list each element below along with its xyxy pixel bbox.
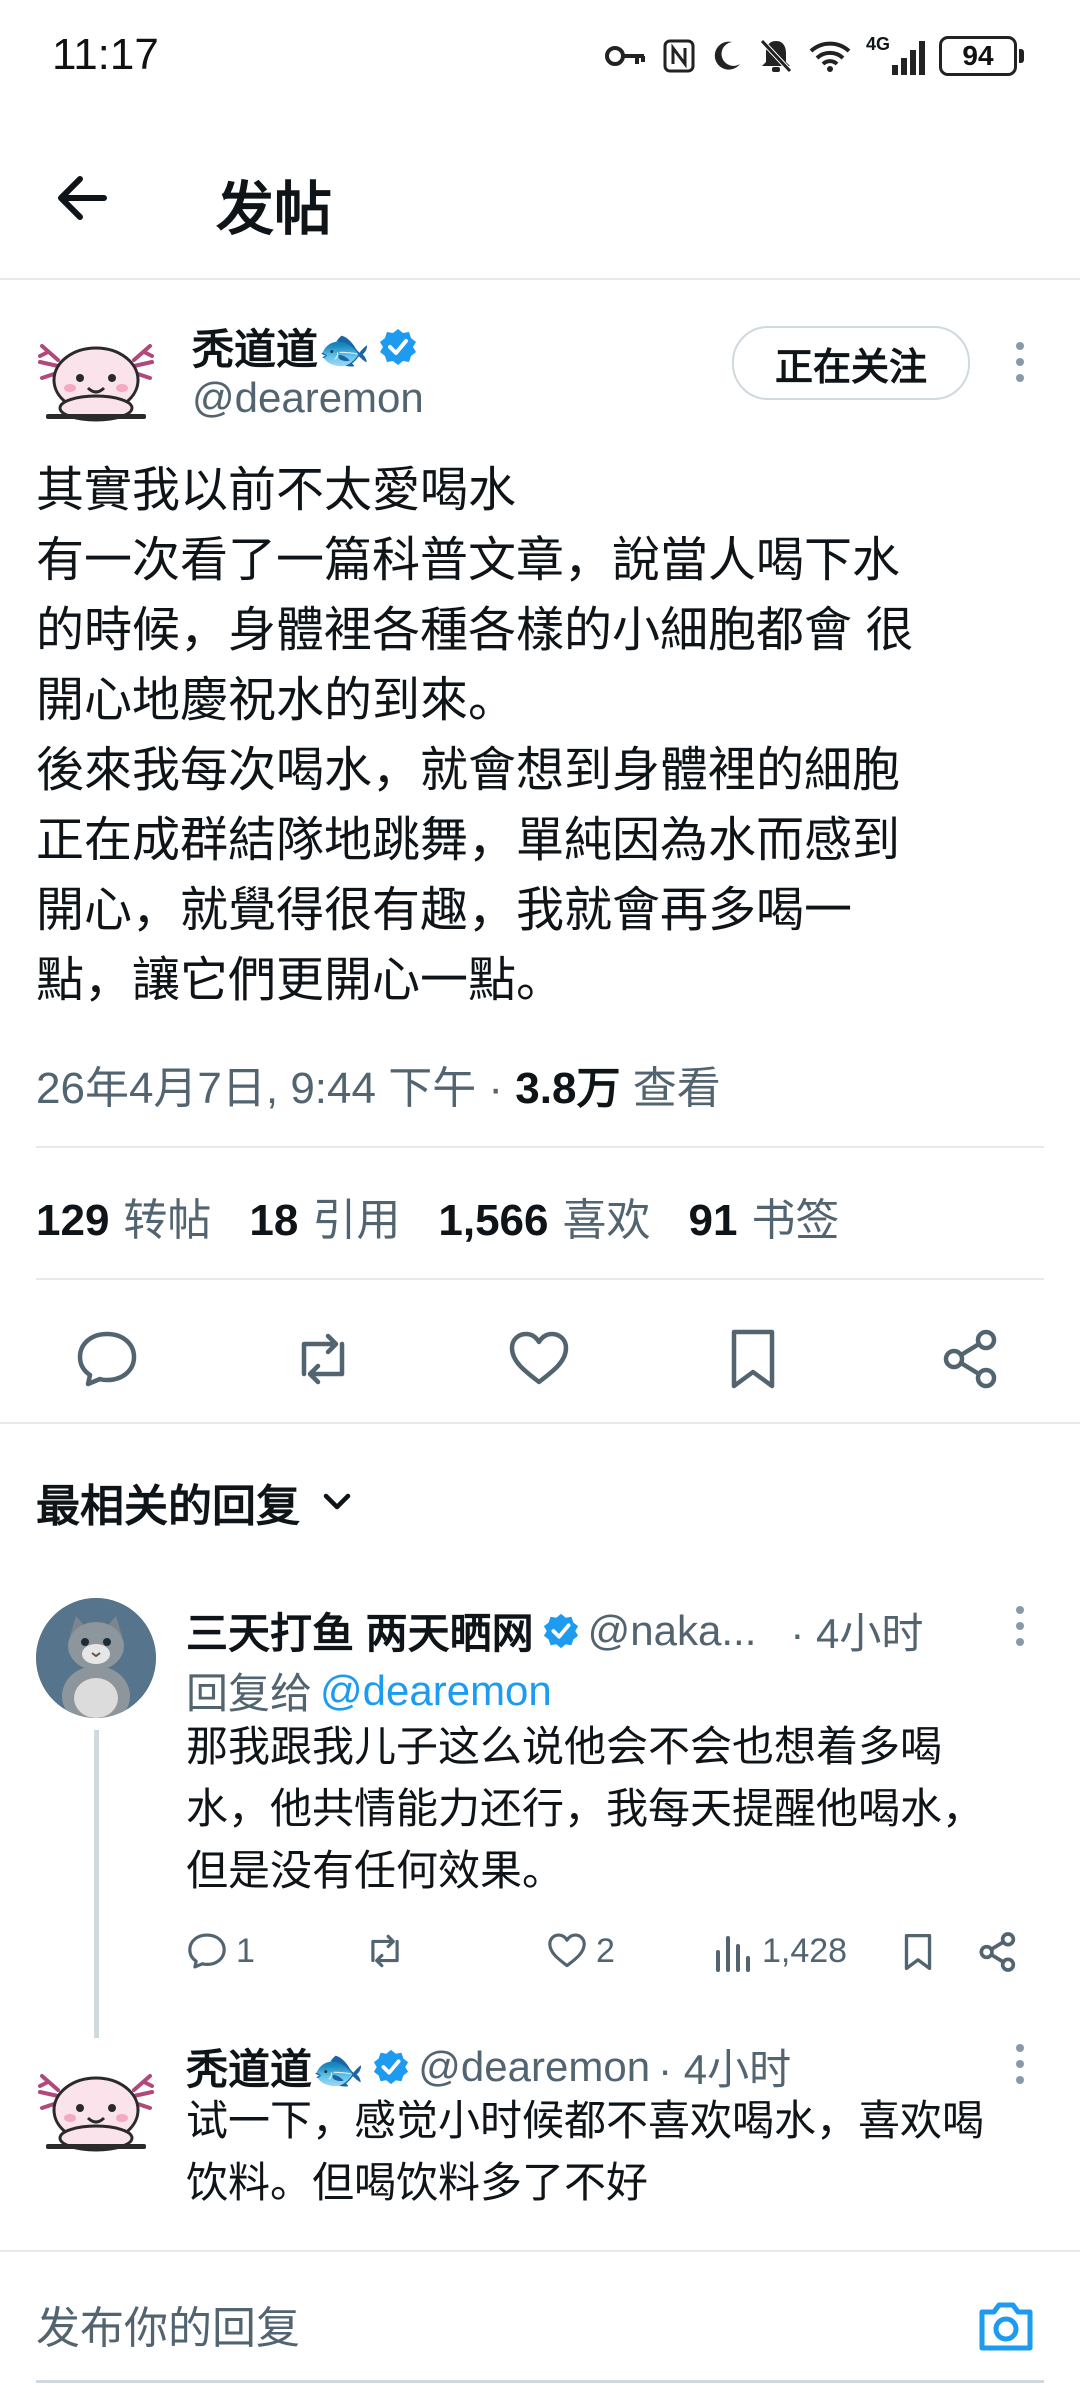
verified-badge-icon	[543, 1613, 578, 1648]
replies-sort-label: 最相关的回复	[36, 1482, 300, 1531]
post-text-line: 其實我以前不太愛喝水	[36, 464, 517, 517]
axolotl-avatar-image	[38, 344, 154, 422]
stat-bookmarks[interactable]: 91 书签	[688, 1184, 839, 1248]
battery-icon: 94	[939, 36, 1024, 76]
bookmark-icon[interactable]	[898, 1930, 938, 1974]
reply-like-count: 2	[596, 1931, 615, 1970]
back-button[interactable]	[52, 168, 112, 228]
post-text-line: 開心地慶祝水的到來。	[36, 674, 517, 727]
bell-off-icon	[760, 39, 792, 73]
reply-input[interactable]: 发布你的回复	[36, 2292, 300, 2356]
network-type: 4G	[866, 34, 891, 54]
reply-text-line: 饮料。但喝饮料多了不好	[186, 2159, 649, 2206]
reply-text-line: 那我跟我儿子这么说他会不会也想着多喝	[186, 1723, 943, 1770]
author-handle[interactable]: @dearemon	[192, 374, 424, 422]
divider	[0, 1422, 1080, 1424]
post-views-count: 3.8万	[515, 1064, 621, 1113]
share-icon[interactable]	[976, 1930, 1020, 1974]
reply-header: 三天打鱼 两天晒网 @naka... · 4小时	[186, 1600, 923, 1661]
composer-underline	[36, 2380, 1044, 2383]
reply-text-line: 试一下，感觉小时候都不喜欢喝水，喜欢喝	[186, 2097, 985, 2144]
wifi-icon	[809, 41, 851, 72]
camera-icon[interactable]	[974, 2294, 1038, 2358]
post-text-line: 的時候，身體裡各種各樣的小細胞都會 很	[36, 604, 914, 657]
divider	[36, 1278, 1044, 1280]
reply-to-handle[interactable]: @dearemon	[320, 1667, 552, 1715]
post-text-line: 正在成群結隊地跳舞，單純因為水而感到	[36, 814, 901, 867]
reply-icon[interactable]	[74, 1326, 140, 1392]
replies-sort-dropdown[interactable]: 最相关的回复	[36, 1470, 354, 1534]
repost-icon[interactable]	[290, 1326, 356, 1392]
post-meta: 26年4月7日, 9:44 下午 · 3.8万 查看	[36, 1052, 721, 1116]
verified-badge-icon	[374, 2049, 409, 2084]
reply-author-handle[interactable]: @dearemon	[418, 2043, 650, 2091]
reply-author-name[interactable]: 秃道道🐟	[186, 2036, 364, 2097]
post-timestamp[interactable]: 26年4月7日, 9:44 下午 ·	[36, 1064, 515, 1113]
stat-reposts[interactable]: 129 转帖	[36, 1184, 211, 1248]
post-views-label: 查看	[620, 1064, 721, 1113]
stat-quotes[interactable]: 18 引用	[249, 1184, 400, 1248]
post-text-line: 有一次看了一篇科普文章，說當人喝下水	[36, 534, 901, 587]
reply-composer: 发布你的回复	[0, 2250, 1080, 2402]
reply-avatar[interactable]	[36, 2046, 156, 2166]
reply-view-count: 1,428	[762, 1931, 848, 1970]
axolotl-avatar-image	[38, 2074, 154, 2152]
battery-level: 94	[962, 40, 994, 71]
thread-connector	[94, 1730, 99, 2038]
cat-avatar-image	[36, 1598, 156, 1718]
post-stats: 129 转帖 18 引用 1,566 喜欢 91 书签	[36, 1184, 839, 1248]
reply-text-line: 但是没有任何效果。	[186, 1847, 565, 1894]
verified-badge-icon	[380, 328, 417, 365]
page-title: 发帖	[216, 177, 333, 242]
stat-likes[interactable]: 1,566 喜欢	[438, 1184, 650, 1248]
reply-author-handle[interactable]: @naka...	[588, 1607, 757, 1655]
reply-text-line: 水，他共情能力还行，我每天提醒他喝水，	[186, 1785, 985, 1832]
reply-action-bar: 1 2 1,428	[186, 1922, 1026, 1982]
post-text-line: 後來我每次喝水，就會想到身體裡的細胞	[36, 744, 901, 797]
reply-avatar[interactable]	[36, 1598, 156, 1718]
reply-views-button[interactable]: 1,428	[714, 1930, 847, 1972]
reply-author-name[interactable]: 三天打鱼 两天晒网	[186, 1600, 534, 1661]
reply-time: · 4小时	[790, 1610, 924, 1657]
repost-icon	[371, 1934, 399, 1968]
reply-icon	[188, 1933, 226, 1969]
reply-to-line: 回复给 @dearemon	[186, 1660, 552, 1721]
author-name[interactable]: 秃道道🐟	[192, 316, 418, 377]
author-avatar[interactable]	[36, 316, 156, 436]
bookmark-icon[interactable]	[720, 1326, 786, 1392]
reply-more-options-icon[interactable]	[1014, 1606, 1026, 1646]
divider	[36, 1146, 1044, 1148]
share-icon[interactable]	[938, 1326, 1004, 1392]
reply-repost-button[interactable]	[362, 1930, 408, 1972]
post-body: 其實我以前不太愛喝水 有一次看了一篇科普文章，說當人喝下水 的時候，身體裡各種各…	[36, 456, 1046, 1016]
moon-icon	[714, 41, 740, 70]
reply-body: 试一下，感觉小时候都不喜欢喝水，喜欢喝 饮料。但喝饮料多了不好	[186, 2090, 984, 2214]
like-icon[interactable]	[506, 1326, 572, 1392]
like-icon	[548, 1933, 586, 1968]
post-text-line: 點，讓它們更開心一點。	[36, 954, 565, 1007]
post-action-bar	[0, 1300, 1080, 1420]
views-chart-icon	[716, 1936, 750, 1972]
key-icon	[605, 46, 645, 66]
post-text-line: 開心，就覺得很有趣，我就會再多喝一	[36, 884, 853, 937]
cellular-signal-icon: 4G	[866, 34, 925, 75]
reply-body: 那我跟我儿子这么说他会不会也想着多喝 水，他共情能力还行，我每天提醒他喝水， 但…	[186, 1716, 984, 1902]
nfc-icon	[663, 39, 695, 73]
reply-to-label: 回复给	[186, 1670, 313, 1717]
top-app-bar: 发帖	[0, 110, 1080, 280]
author-display-name: 秃道道🐟	[192, 326, 371, 373]
chevron-down-icon	[323, 1493, 351, 1510]
reply-header: 秃道道🐟 @dearemon · 4小时	[186, 2036, 791, 2097]
post-more-options-icon[interactable]	[1014, 342, 1026, 382]
reply-like-button[interactable]: 2	[546, 1930, 615, 1972]
following-button[interactable]: 正在关注	[732, 326, 970, 400]
status-time: 11:17	[52, 30, 159, 79]
reply-time: · 4小时	[658, 2046, 792, 2093]
reply-reply-count: 1	[236, 1931, 255, 1970]
status-icons: 4G 94	[604, 30, 1024, 82]
arrow-left-icon	[58, 176, 107, 220]
status-bar: 11:17 4G 94	[0, 0, 1080, 110]
reply-more-options-icon[interactable]	[1014, 2044, 1026, 2084]
reply-reply-button[interactable]: 1	[186, 1930, 255, 1972]
